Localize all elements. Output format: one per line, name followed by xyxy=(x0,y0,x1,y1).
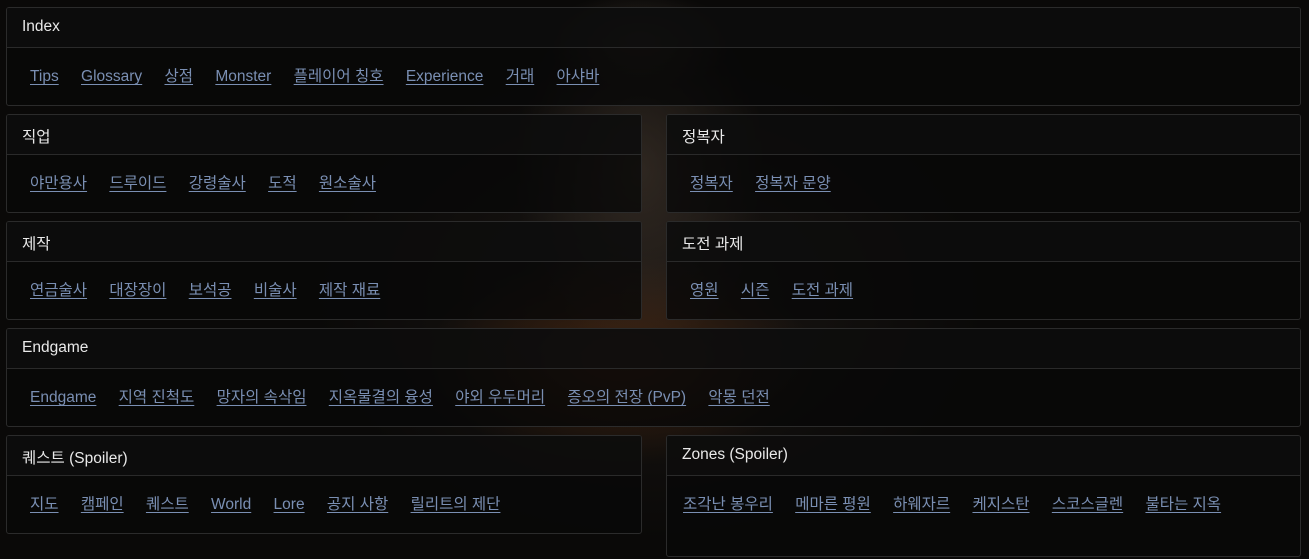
index-link[interactable]: 플레이어 칭호 xyxy=(294,68,384,85)
classes-link[interactable]: 원소술사 xyxy=(319,175,376,192)
zones-link[interactable]: 케지스탄 xyxy=(972,496,1029,513)
quests-link[interactable]: 공지 사항 xyxy=(327,496,388,513)
index-link[interactable]: 상점 xyxy=(165,68,194,85)
conqueror-links: 정복자 정복자 문양 xyxy=(667,155,1300,196)
crafting-link[interactable]: 제작 재료 xyxy=(319,282,380,299)
crafting-header: 제작 xyxy=(7,222,641,262)
quests-link[interactable]: 지도 xyxy=(30,496,59,513)
classes-link[interactable]: 강령술사 xyxy=(189,175,246,192)
index-box: Index Tips Glossary 상점 Monster 플레이어 칭호 E… xyxy=(6,7,1301,106)
classes-links: 야만용사 드루이드 강령술사 도적 원소술사 xyxy=(7,155,641,196)
challenges-header: 도전 과제 xyxy=(667,222,1300,262)
zones-box: Zones (Spoiler) 조각난 봉우리 메마른 평원 하웨자르 케지스탄… xyxy=(666,435,1301,557)
zones-link[interactable]: 불타는 지옥 xyxy=(1145,496,1221,513)
zones-link[interactable]: 하웨자르 xyxy=(893,496,950,513)
quests-box: 퀘스트 (Spoiler) 지도 캠페인 퀘스트 World Lore 공지 사… xyxy=(6,435,642,534)
endgame-link[interactable]: 야외 우두머리 xyxy=(455,389,545,406)
zones-links: 조각난 봉우리 메마른 평원 하웨자르 케지스탄 스코스글렌 불타는 지옥 xyxy=(667,476,1300,517)
conqueror-link[interactable]: 정복자 문양 xyxy=(755,175,831,192)
index-link[interactable]: 아샤바 xyxy=(557,68,600,85)
classes-box: 직업 야만용사 드루이드 강령술사 도적 원소술사 xyxy=(6,114,642,213)
index-header: Index xyxy=(7,8,1300,48)
challenges-links: 영원 시즌 도전 과제 xyxy=(667,262,1300,303)
endgame-link[interactable]: 망자의 속삭임 xyxy=(217,389,307,406)
crafting-link[interactable]: 연금술사 xyxy=(30,282,87,299)
endgame-link[interactable]: 지역 진척도 xyxy=(119,389,195,406)
classes-link[interactable]: 도적 xyxy=(268,175,297,192)
quests-link[interactable]: 릴리트의 제단 xyxy=(411,496,501,513)
endgame-header: Endgame xyxy=(7,329,1300,369)
endgame-link[interactable]: 지옥물결의 융성 xyxy=(329,389,433,406)
index-link[interactable]: Tips xyxy=(30,68,59,85)
quests-link[interactable]: 퀘스트 xyxy=(146,496,189,513)
endgame-link[interactable]: 증오의 전장 (PvP) xyxy=(567,389,686,406)
crafting-box: 제작 연금술사 대장장이 보석공 비술사 제작 재료 xyxy=(6,221,642,320)
quests-header: 퀘스트 (Spoiler) xyxy=(7,436,641,476)
quests-link[interactable]: Lore xyxy=(274,496,305,513)
challenges-box: 도전 과제 영원 시즌 도전 과제 xyxy=(666,221,1301,320)
endgame-link[interactable]: 악몽 던전 xyxy=(708,389,769,406)
index-link[interactable]: Monster xyxy=(215,68,271,85)
crafting-link[interactable]: 보석공 xyxy=(189,282,232,299)
crafting-link[interactable]: 비술사 xyxy=(254,282,297,299)
quests-links: 지도 캠페인 퀘스트 World Lore 공지 사항 릴리트의 제단 xyxy=(7,476,641,517)
quests-link[interactable]: World xyxy=(211,496,251,513)
zones-link[interactable]: 조각난 봉우리 xyxy=(683,496,773,513)
challenges-link[interactable]: 시즌 xyxy=(741,282,770,299)
conqueror-header: 정복자 xyxy=(667,115,1300,155)
challenges-link[interactable]: 도전 과제 xyxy=(792,282,853,299)
index-link[interactable]: 거래 xyxy=(506,68,535,85)
challenges-link[interactable]: 영원 xyxy=(690,282,719,299)
classes-link[interactable]: 야만용사 xyxy=(30,175,87,192)
conqueror-box: 정복자 정복자 정복자 문양 xyxy=(666,114,1301,213)
zones-header: Zones (Spoiler) xyxy=(667,436,1300,476)
zones-link[interactable]: 메마른 평원 xyxy=(795,496,871,513)
endgame-link[interactable]: Endgame xyxy=(30,389,96,406)
quests-link[interactable]: 캠페인 xyxy=(81,496,124,513)
zones-link[interactable]: 스코스글렌 xyxy=(1052,496,1123,513)
index-link[interactable]: Glossary xyxy=(81,68,142,85)
navigation-page: Index Tips Glossary 상점 Monster 플레이어 칭호 E… xyxy=(0,0,1309,559)
classes-link[interactable]: 드루이드 xyxy=(109,175,166,192)
conqueror-link[interactable]: 정복자 xyxy=(690,175,733,192)
endgame-box: Endgame Endgame 지역 진척도 망자의 속삭임 지옥물결의 융성 … xyxy=(6,328,1301,427)
index-links: Tips Glossary 상점 Monster 플레이어 칭호 Experie… xyxy=(7,48,1300,89)
classes-header: 직업 xyxy=(7,115,641,155)
crafting-link[interactable]: 대장장이 xyxy=(109,282,166,299)
endgame-links: Endgame 지역 진척도 망자의 속삭임 지옥물결의 융성 야외 우두머리 … xyxy=(7,369,1300,410)
index-link[interactable]: Experience xyxy=(406,68,484,85)
crafting-links: 연금술사 대장장이 보석공 비술사 제작 재료 xyxy=(7,262,641,303)
